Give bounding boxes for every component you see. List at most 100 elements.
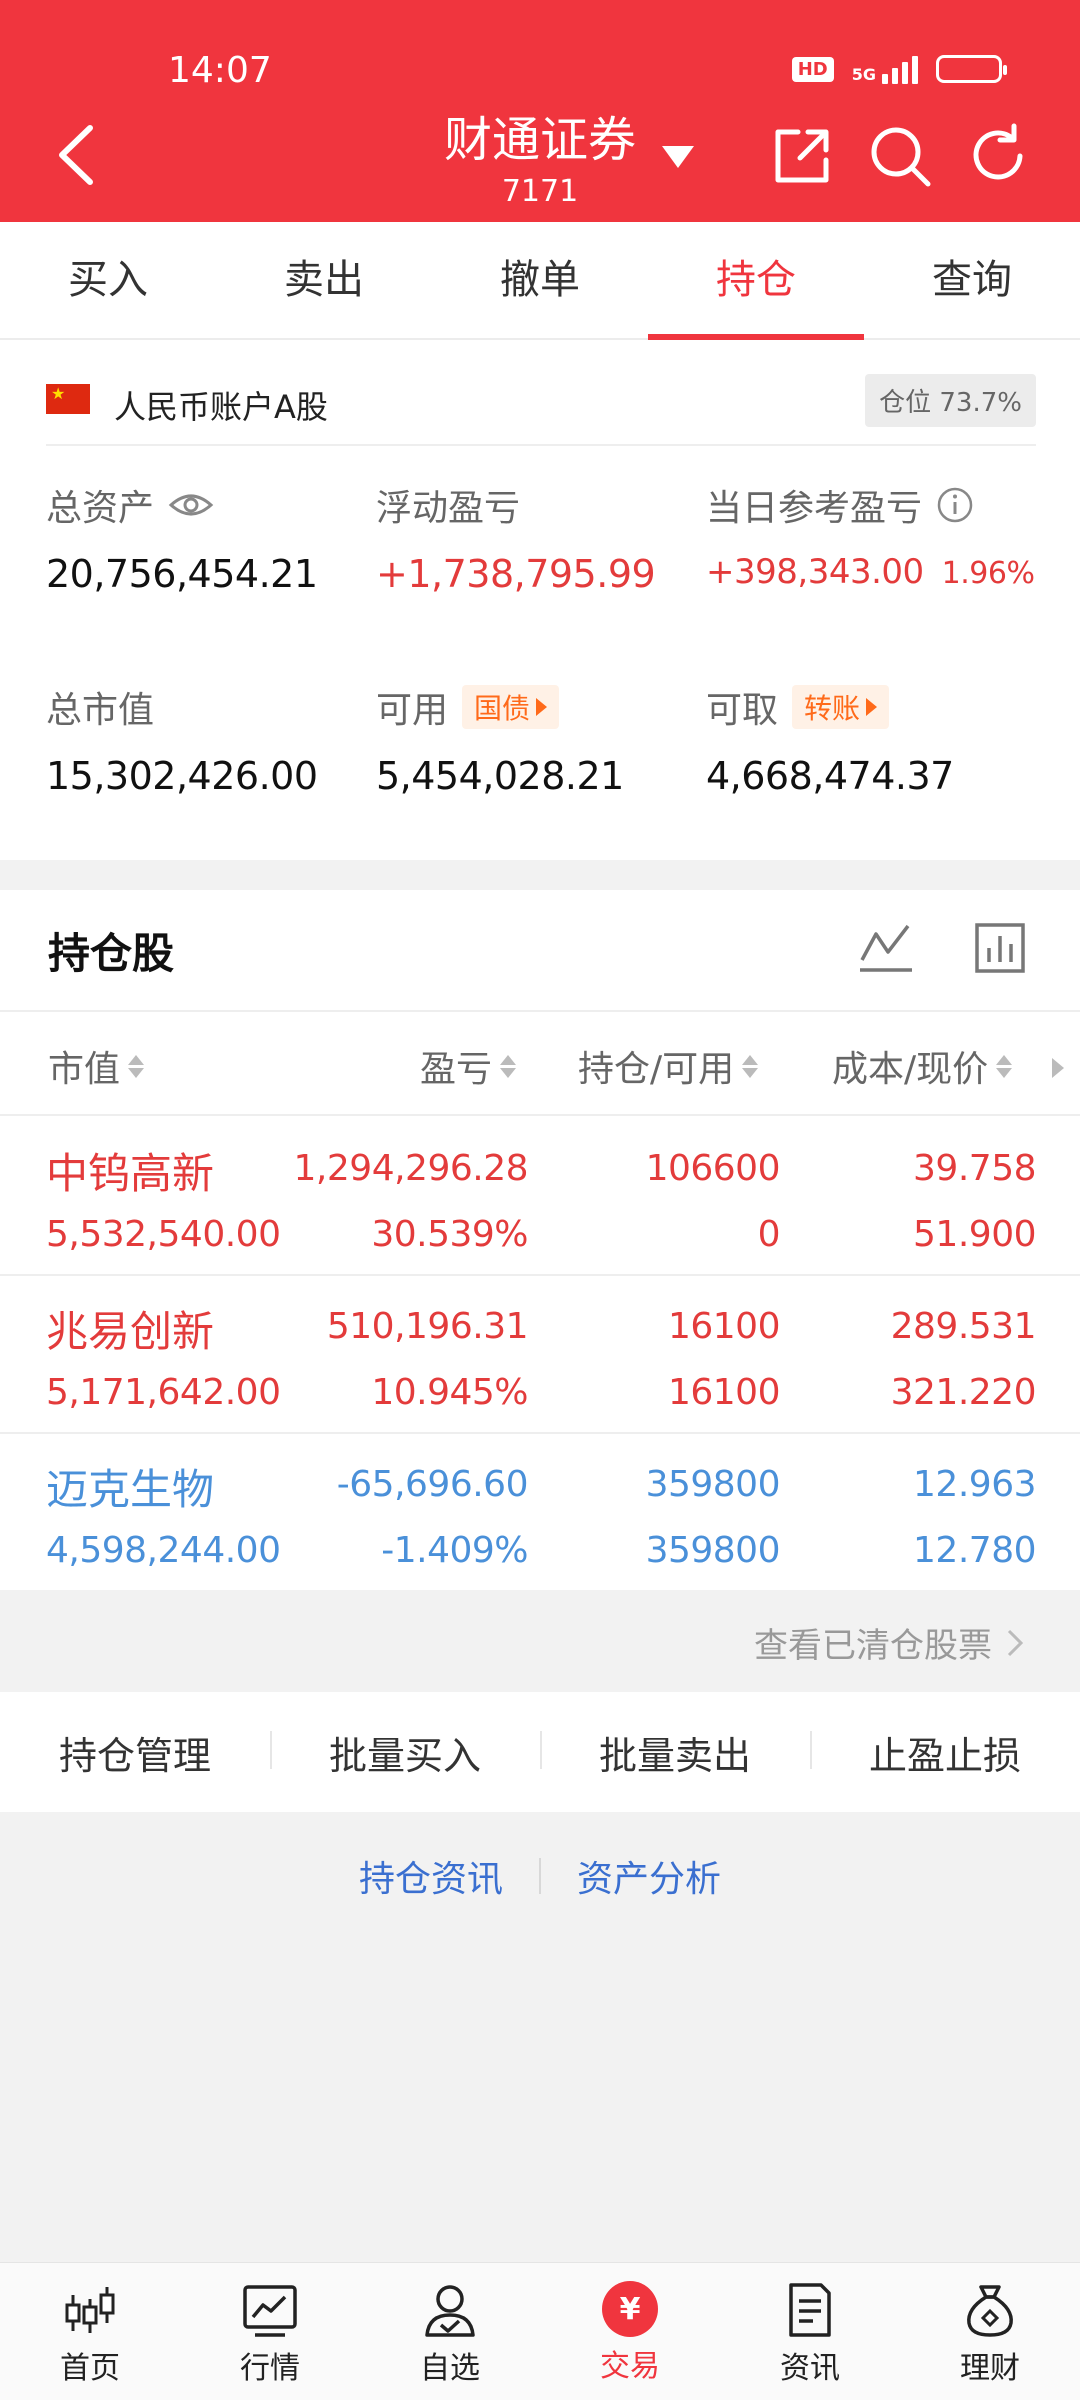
triangle-down-icon[interactable] [660,144,696,170]
nav-wealth[interactable]: 理财 [900,2263,1080,2400]
market-chart-icon [243,2285,297,2337]
document-icon [789,2283,831,2337]
status-time: 14:07 [168,50,272,91]
col-cost-price-label: 成本/现价 [832,1049,989,1090]
tab-positions[interactable]: 持仓 [648,222,864,340]
account-number: 7171 [501,174,579,209]
floating-pnl: 浮动盈亏 +1,738,795.99 [376,480,696,596]
market-value-label: 总市值 [46,690,155,731]
nav-home[interactable]: 首页 [0,2263,180,2400]
tab-query[interactable]: 查询 [864,222,1080,338]
today-pnl-value: +398,343.00 [706,552,924,592]
sort-icon [500,1054,517,1078]
info-icon[interactable] [936,486,974,524]
asset-analysis-link[interactable]: 资产分析 [541,1850,757,1902]
available-label: 可用 [376,690,449,731]
cleared-stocks-row: 查看已清仓股票 [0,1590,1080,1690]
withdrawable-funds: 可取 转账 4,668,474.37 [706,682,1026,798]
nav-trade-label: 交易 [600,2349,660,2384]
yuan-icon: ¥ [602,2281,658,2337]
stock-pnl-pct: 10.945% [371,1372,528,1413]
col-cost-price[interactable]: 成本/现价 [832,1040,1013,1092]
play-arrow-icon [536,698,548,716]
account-name: 人民币账户A股 [114,388,328,426]
nav-news[interactable]: 资讯 [720,2263,900,2400]
today-pnl-pct: 1.96% [941,556,1035,591]
signal-icon: 5G [852,54,918,84]
floating-pnl-label: 浮动盈亏 [376,488,521,529]
account-summary: ★ 人民币账户A股 仓位 73.7% 总资产 20,756,454.21 浮动盈… [0,340,1080,860]
hd-icon: HD [791,56,834,82]
market-value-value: 15,302,426.00 [46,754,318,798]
tab-buy[interactable]: 买入 [0,222,216,338]
stock-holding: 359800 [645,1464,781,1505]
col-holding-label: 持仓/可用 [578,1049,735,1090]
floating-pnl-value: +1,738,795.99 [376,552,656,596]
nav-watchlist[interactable]: 自选 [360,2263,540,2400]
holdings-section: 持仓股 市值 盈亏 持仓/可用 成本/现价 中钨高新 5,532,540.00 … [0,890,1080,1590]
share-icon[interactable] [768,122,836,190]
position-news-link[interactable]: 持仓资讯 [323,1850,539,1902]
treasury-bond-tag[interactable]: 国债 [462,685,560,729]
position-actions: 持仓管理 批量买入 批量卖出 止盈止损 [0,1692,1080,1812]
stock-pnl: 510,196.31 [326,1306,529,1347]
nav-news-label: 资讯 [780,2351,840,2386]
col-market-value[interactable]: 市值 [48,1040,145,1092]
trade-position-page: 14:07 HD 5G 财通证券 7171 买入 卖出 撤单 持仓 查询 ★ 人… [0,0,1080,2400]
broker-title[interactable]: 财通证券 7171 [380,100,700,209]
play-arrow-icon [866,698,878,716]
transfer-label: 转账 [804,692,861,725]
stock-cost: 39.758 [913,1148,1036,1189]
withdrawable-label: 可取 [706,690,779,731]
candlestick-icon [65,2287,115,2333]
back-icon[interactable] [48,120,108,190]
table-row[interactable]: 兆易创新 5,171,642.00 510,196.31 10.945% 161… [0,1276,1080,1434]
eye-icon[interactable] [168,490,214,520]
user-check-icon [425,2285,475,2337]
app-header: 14:07 HD 5G 财通证券 7171 [0,0,1080,222]
scroll-right-icon[interactable] [1052,1058,1064,1078]
col-pnl-label: 盈亏 [420,1049,493,1090]
stock-market-value: 5,171,642.00 [46,1372,281,1413]
manage-positions-button[interactable]: 持仓管理 [0,1725,270,1780]
total-assets-label: 总资产 [46,488,155,529]
china-flag-icon: ★ [46,384,90,414]
stock-holding: 106600 [645,1148,781,1189]
available-funds: 可用 国债 5,454,028.21 [376,682,696,798]
stock-pnl-pct: -1.409% [381,1530,528,1571]
batch-buy-button[interactable]: 批量买入 [270,1725,540,1780]
nav-wealth-label: 理财 [960,2351,1020,2386]
table-row[interactable]: 中钨高新 5,532,540.00 1,294,296.28 30.539% 1… [0,1118,1080,1276]
table-row[interactable]: 迈克生物 4,598,244.00 -65,696.60 -1.409% 359… [0,1434,1080,1592]
tab-sell[interactable]: 卖出 [216,222,432,338]
tab-cancel[interactable]: 撤单 [432,222,648,338]
bar-chart-icon[interactable] [974,922,1026,974]
account-row[interactable]: ★ 人民币账户A股 仓位 73.7% [46,372,1036,446]
footer-links: 持仓资讯 资产分析 [0,1850,1080,1902]
stock-market-value: 4,598,244.00 [46,1530,281,1571]
search-icon[interactable] [866,122,934,190]
nav-trade[interactable]: ¥ 交易 [540,2263,720,2400]
stock-name: 迈克生物 [46,1465,215,1514]
chevron-right-icon [1007,1629,1024,1656]
stock-name: 中钨高新 [46,1149,215,1198]
nav-market[interactable]: 行情 [180,2263,360,2400]
trade-tabs: 买入 卖出 撤单 持仓 查询 [0,222,1080,340]
refresh-icon[interactable] [964,122,1032,190]
cleared-stocks-link[interactable]: 查看已清仓股票 [754,1618,1024,1667]
today-pnl: 当日参考盈亏 +398,343.00 1.96% [706,480,1066,592]
col-holding[interactable]: 持仓/可用 [578,1040,759,1092]
take-profit-stop-loss-button[interactable]: 止盈止损 [810,1725,1080,1780]
stock-price: 12.780 [913,1530,1036,1571]
batch-sell-button[interactable]: 批量卖出 [540,1725,810,1780]
battery-icon [936,55,1007,83]
sort-icon [742,1054,759,1078]
col-market-value-label: 市值 [48,1049,121,1090]
money-bag-icon [967,2285,1013,2337]
total-assets-value: 20,756,454.21 [46,552,318,596]
stock-price: 321.220 [890,1372,1037,1413]
available-value: 5,454,028.21 [376,754,624,798]
col-pnl[interactable]: 盈亏 [420,1040,517,1092]
line-chart-icon[interactable] [858,920,914,976]
transfer-tag[interactable]: 转账 [792,685,890,729]
